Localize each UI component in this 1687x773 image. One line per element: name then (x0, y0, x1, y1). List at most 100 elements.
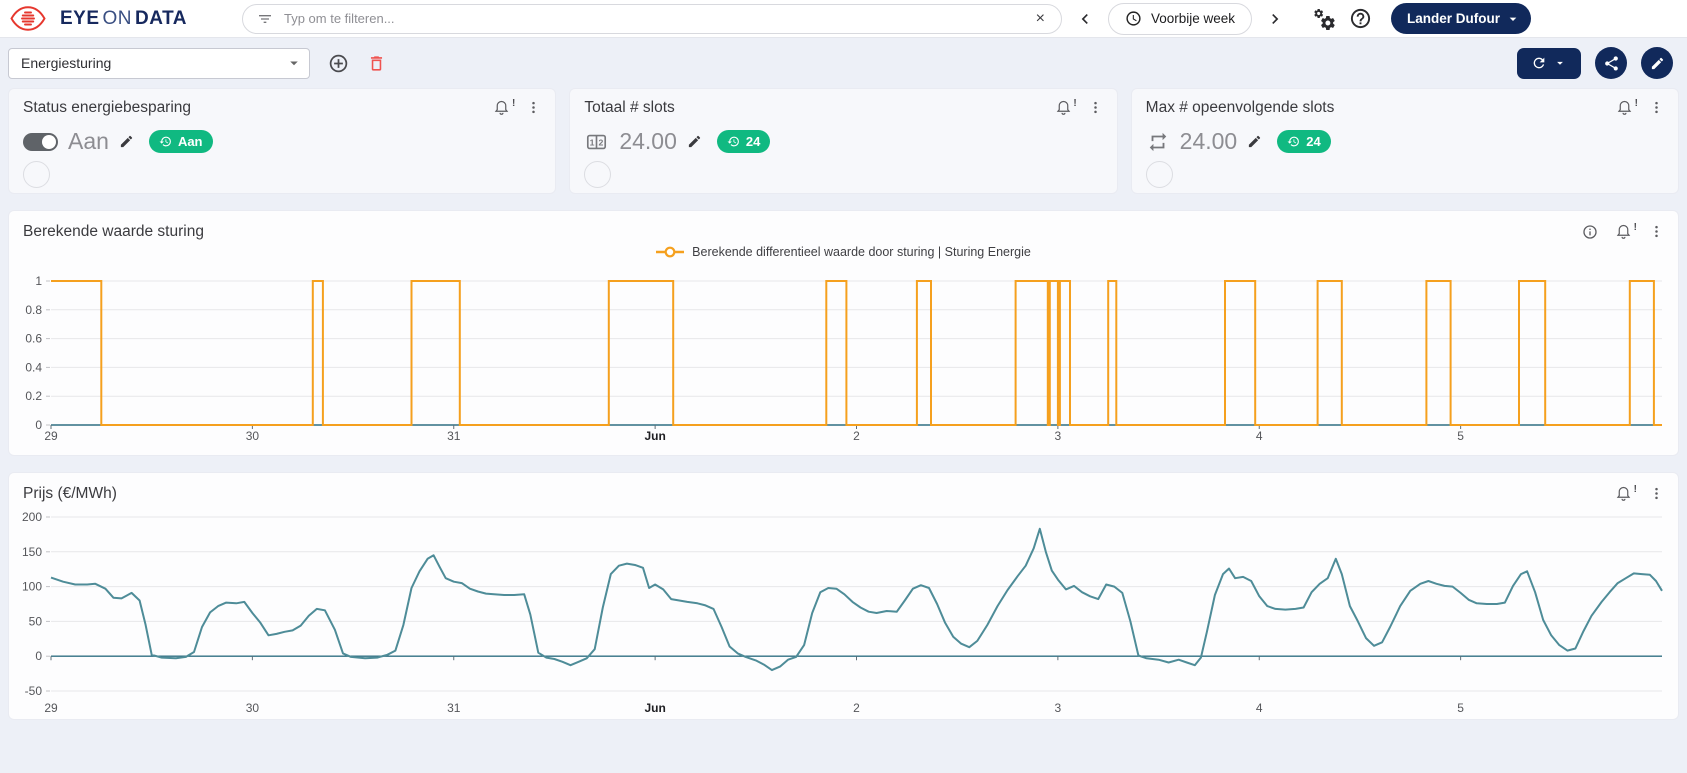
clear-search-icon[interactable]: × (1034, 10, 1047, 27)
help-icon[interactable] (1349, 7, 1372, 30)
bell-alert-icon[interactable]: ! (1615, 484, 1637, 502)
svg-text:3: 3 (1055, 701, 1062, 715)
svg-text:0.6: 0.6 (25, 332, 42, 346)
app-title: EYE ON DATA (60, 7, 187, 29)
dashboard-toolbar: Energiesturing (0, 38, 1687, 88)
svg-text:200: 200 (22, 510, 42, 524)
card-title: Max # opeenvolgende slots (1145, 99, 1335, 116)
edit-value-icon[interactable] (119, 134, 134, 149)
card-berekende-waarde-sturing: Berekende waarde sturing ! Berekende dif… (8, 210, 1679, 456)
svg-text:29: 29 (44, 701, 58, 715)
svg-text:100: 100 (22, 580, 42, 594)
svg-text:-50: -50 (25, 684, 43, 698)
numeric-slots-icon: 12 (584, 131, 609, 153)
legend-sturing-energie[interactable]: Berekende differentieel waarde door stur… (9, 245, 1678, 259)
svg-text:1: 1 (590, 137, 595, 147)
top-header: EYEONDATA × Voorbije week Lander Dufour (0, 0, 1687, 38)
previous-period-icon[interactable] (1075, 9, 1095, 29)
time-range-selector[interactable]: Voorbije week (1107, 2, 1253, 35)
prijs-chart-canvas[interactable]: -50 0 50 100 150 200 29 30 31 Jun 2 3 4 5 (9, 505, 1678, 719)
add-dashboard-button[interactable] (328, 53, 349, 74)
time-range-label: Voorbije week (1150, 11, 1236, 26)
badge-value: Aan (177, 134, 203, 149)
eye-logo-icon (10, 5, 46, 32)
edit-value-icon[interactable] (687, 134, 702, 149)
clock-icon (1125, 10, 1142, 27)
bell-alert-icon[interactable]: ! (1615, 222, 1637, 240)
kebab-menu-icon[interactable] (1649, 224, 1664, 239)
svg-text:3: 3 (1055, 429, 1062, 443)
sturing-chart-canvas[interactable]: 0 0.2 0.4 0.6 0.8 1 29 30 31 Jun 2 3 4 5 (9, 259, 1678, 455)
legend-marker-icon (656, 246, 685, 258)
history-icon (159, 136, 171, 147)
history-badge[interactable]: 24 (716, 130, 771, 153)
refresh-caret-icon (1553, 56, 1567, 70)
pencil-icon (1651, 57, 1663, 69)
svg-text:2: 2 (599, 137, 604, 147)
dashboard-select-value: Energiesturing (21, 55, 112, 71)
drag-handle-circle[interactable] (584, 161, 612, 188)
stat-cards-row: Status energiebesparing ! Aan Aan Totaal… (0, 88, 1687, 194)
kebab-menu-icon[interactable] (1649, 100, 1664, 115)
kebab-menu-icon[interactable] (1088, 100, 1103, 115)
svg-text:31: 31 (447, 429, 461, 443)
filter-icon (257, 11, 273, 27)
card-prijs: Prijs (€/MWh) ! -50 0 50 100 150 200 29 30 31 Jun… (8, 472, 1679, 720)
chart-title: Prijs (€/MWh) (23, 485, 117, 502)
info-icon[interactable] (1582, 224, 1598, 240)
bell-alert-icon[interactable]: ! (493, 98, 515, 116)
card-title: Totaal # slots (584, 99, 675, 116)
svg-text:2: 2 (853, 429, 860, 443)
dashboard-select[interactable]: Energiesturing (8, 47, 310, 79)
settings-gears-icon[interactable] (1312, 7, 1336, 31)
delete-dashboard-button[interactable] (367, 54, 386, 73)
history-badge[interactable]: 24 (1277, 130, 1331, 153)
badge-value: 24 (1306, 134, 1321, 149)
svg-text:Jun: Jun (644, 429, 665, 443)
svg-text:50: 50 (29, 614, 43, 628)
app-logo[interactable]: EYE ON DATA (10, 5, 187, 32)
svg-text:5: 5 (1457, 701, 1464, 715)
search-input[interactable] (281, 10, 1025, 27)
select-caret-icon (285, 54, 303, 72)
chart-title: Berekende waarde sturing (23, 223, 204, 240)
svg-text:30: 30 (246, 701, 260, 715)
chevron-down-icon (1505, 11, 1521, 27)
refresh-button[interactable] (1517, 47, 1581, 79)
bell-alert-icon[interactable]: ! (1055, 98, 1077, 116)
svg-text:0.8: 0.8 (25, 303, 42, 317)
history-icon (1287, 136, 1300, 147)
svg-text:0: 0 (35, 649, 42, 663)
next-period-icon[interactable] (1265, 9, 1285, 29)
card-title: Status energiebesparing (23, 99, 192, 116)
history-badge[interactable]: Aan (148, 130, 213, 153)
svg-text:2: 2 (853, 701, 860, 715)
drag-handle-circle[interactable] (23, 161, 50, 188)
svg-text:Jun: Jun (644, 701, 665, 715)
legend-label: Berekende differentieel waarde door stur… (692, 245, 1031, 259)
user-name: Lander Dufour (1407, 11, 1501, 26)
status-toggle[interactable] (23, 132, 58, 151)
edit-dashboard-button[interactable] (1641, 47, 1673, 79)
max-slots-value: 24.00 (1179, 128, 1238, 154)
bell-alert-icon[interactable]: ! (1616, 98, 1638, 116)
user-menu-button[interactable]: Lander Dufour (1391, 3, 1532, 34)
refresh-icon (1531, 55, 1547, 71)
kebab-menu-icon[interactable] (526, 100, 541, 115)
svg-text:5: 5 (1457, 429, 1464, 443)
drag-handle-circle[interactable] (1145, 161, 1173, 188)
svg-text:0.4: 0.4 (25, 360, 42, 374)
status-value: Aan (68, 128, 109, 154)
history-icon (727, 136, 739, 147)
svg-text:0.2: 0.2 (25, 389, 42, 403)
kebab-menu-icon[interactable] (1649, 486, 1664, 501)
card-totaal-slots: Totaal # slots ! 12 24.00 24 (569, 88, 1118, 194)
repeat-icon (1146, 131, 1170, 153)
edit-value-icon[interactable] (1247, 134, 1262, 149)
slots-value: 24.00 (619, 128, 677, 154)
card-max-opeenvolgende-slots: Max # opeenvolgende slots ! 24.00 24 (1130, 88, 1679, 194)
svg-text:30: 30 (246, 429, 260, 443)
share-button[interactable] (1595, 47, 1627, 79)
badge-value: 24 (745, 134, 761, 149)
filter-search[interactable]: × (241, 3, 1062, 34)
